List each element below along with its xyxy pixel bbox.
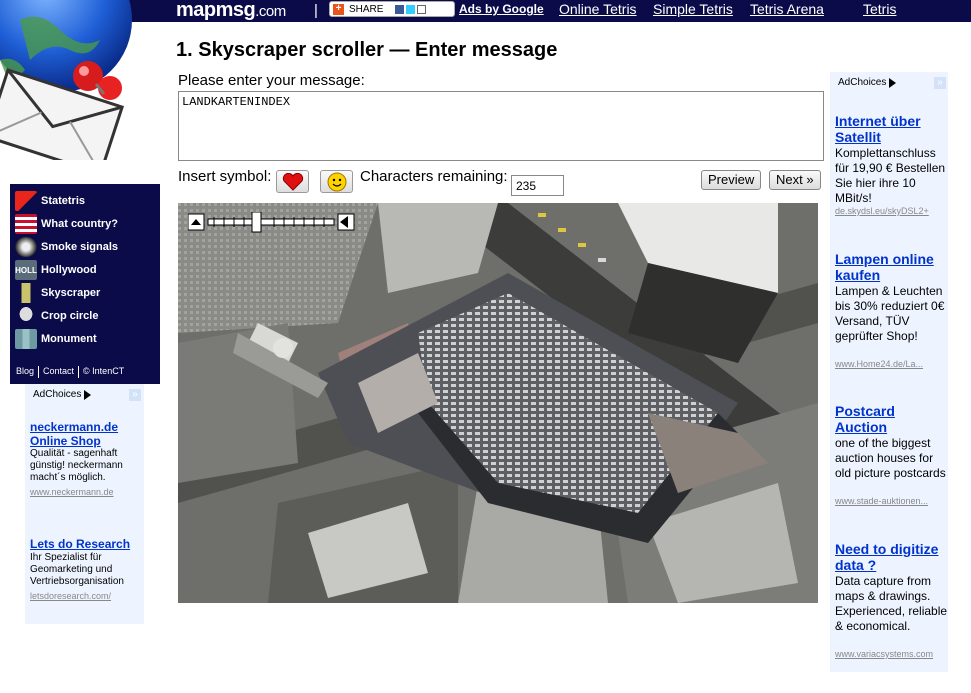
- copyright: © IntenCT: [83, 366, 125, 376]
- aerial-map[interactable]: [178, 203, 818, 603]
- top-separator: |: [314, 2, 318, 19]
- share-plus-icon: +: [333, 3, 344, 15]
- hollywood-sign-icon: HOLL: [15, 260, 37, 280]
- blog-link[interactable]: Blog: [16, 366, 34, 378]
- ad-title-lampen[interactable]: Lampen online kaufen: [835, 251, 947, 283]
- nav-item-crop-circle[interactable]: Crop circle: [15, 305, 98, 327]
- nav-item-hollywood[interactable]: HOLL Hollywood: [15, 259, 97, 281]
- smiley-icon: [327, 172, 346, 191]
- nav-item-what-country[interactable]: What country?: [15, 213, 118, 235]
- tetris-arena-link[interactable]: Tetris Arena: [750, 1, 824, 17]
- ad-body-lampen: Lampen & Leuchten bis 30% reduziert 0€ V…: [835, 284, 945, 343]
- share-button[interactable]: + SHARE: [329, 1, 455, 17]
- adchoices-icon: [889, 77, 897, 88]
- insert-heart-button[interactable]: [276, 170, 309, 193]
- ad-close-icon[interactable]: »: [129, 389, 141, 401]
- us-flag-icon: [15, 214, 37, 234]
- adchoices-label[interactable]: AdChoices: [838, 77, 897, 88]
- divider: [38, 366, 40, 378]
- skyscraper-icon: [15, 283, 37, 303]
- message-label: Please enter your message:: [178, 72, 365, 89]
- right-ad-panel: AdChoices » Internet über Satellit Kompl…: [830, 72, 948, 672]
- ad-url-digitize[interactable]: www.variacsystems.com: [835, 649, 947, 659]
- email-icon: [417, 4, 427, 14]
- ad-title-digitize[interactable]: Need to digitize data ?: [835, 541, 947, 573]
- page-title: 1. Skyscraper scroller — Enter message: [176, 39, 558, 61]
- ad-title-postcard[interactable]: Postcard Auction: [835, 403, 947, 435]
- tetris-link[interactable]: Tetris: [863, 1, 896, 17]
- insert-smiley-button[interactable]: [320, 170, 353, 193]
- alien-icon: [15, 306, 37, 326]
- ad-url-lampen[interactable]: www.Home24.de/La...: [835, 359, 947, 369]
- zoom-handle: [251, 211, 262, 233]
- preview-button[interactable]: Preview: [701, 170, 762, 190]
- simple-tetris-link[interactable]: Simple Tetris: [653, 1, 733, 17]
- share-label: SHARE: [349, 3, 384, 15]
- nav-item-statetris[interactable]: Statetris: [15, 190, 85, 212]
- smoke-icon: [15, 237, 37, 257]
- contact-link[interactable]: Contact: [43, 366, 74, 378]
- ad-url-neckermann[interactable]: www.neckermann.de: [30, 487, 114, 497]
- site-brand[interactable]: mapmsg.com: [176, 0, 286, 22]
- divider: [78, 366, 80, 378]
- message-input[interactable]: LANDKARTENINDEX: [178, 91, 824, 161]
- ad-title-research[interactable]: Lets do Research: [30, 537, 140, 551]
- ad-url-satellit[interactable]: de.skydsl.eu/skyDSL2+: [835, 206, 947, 216]
- next-button[interactable]: Next »: [769, 170, 821, 190]
- ad-close-icon[interactable]: »: [934, 77, 946, 89]
- online-tetris-link[interactable]: Online Tetris: [559, 1, 637, 17]
- ad-url-research[interactable]: letsdoresearch.com/: [30, 591, 111, 601]
- statue-of-liberty-icon: [15, 329, 37, 349]
- facebook-icon: [395, 4, 405, 14]
- nav-item-skyscraper[interactable]: Skyscraper: [15, 282, 100, 304]
- ad-body-postcard: one of the biggest auction houses for ol…: [835, 436, 946, 480]
- ad-title-satellit[interactable]: Internet über Satellit: [835, 113, 947, 145]
- twitter-icon: [406, 4, 416, 14]
- characters-remaining-field: 235: [511, 175, 564, 196]
- nav-footer: Blog Contact © IntenCT: [16, 366, 124, 378]
- nav-item-monument[interactable]: Monument: [15, 328, 97, 350]
- ad-body-satellit: Komplettanschluss für 19,90 € Bestellen …: [835, 146, 946, 205]
- ad-url-postcard[interactable]: www.stade-auktionen...: [835, 496, 947, 506]
- statetris-icon: [15, 191, 37, 211]
- ads-by-google-link[interactable]: Ads by Google: [459, 2, 544, 16]
- mapmsg-logo[interactable]: [0, 0, 160, 160]
- adchoices-label[interactable]: AdChoices: [33, 389, 92, 400]
- adchoices-icon: [84, 389, 92, 400]
- heart-icon: [282, 172, 303, 191]
- ad-body-digitize: Data capture from maps & drawings. Exper…: [835, 574, 948, 633]
- characters-remaining-label: Characters remaining:: [360, 168, 508, 185]
- insert-symbol-label: Insert symbol:: [178, 168, 272, 185]
- nav-item-smoke-signals[interactable]: Smoke signals: [15, 236, 118, 258]
- zoom-slider[interactable]: [187, 211, 355, 233]
- ad-body-neckermann: Qualität - sagenhaft günstig! neckermann…: [30, 448, 123, 483]
- aerial-photo: [178, 203, 818, 603]
- ad-body-research: Ihr Spezialist für Geomarketing und Vert…: [30, 552, 124, 587]
- left-ad-panel: AdChoices » neckermann.de Online Shop Qu…: [25, 384, 144, 624]
- ad-title-neckermann[interactable]: neckermann.de Online Shop: [30, 420, 140, 448]
- left-nav: Statetris What country? Smoke signals HO…: [10, 184, 160, 384]
